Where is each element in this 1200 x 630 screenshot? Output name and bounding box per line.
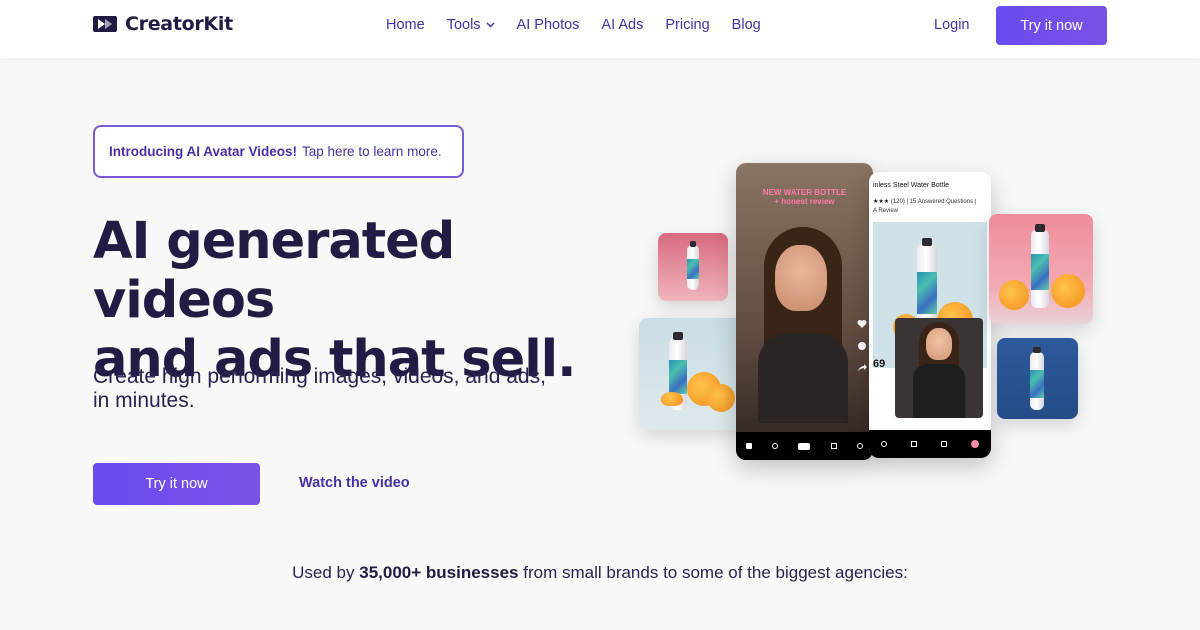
subtitle-line-2: in minutes. bbox=[93, 389, 195, 412]
hero-subtitle: Create high performing images, videos, a… bbox=[93, 365, 573, 413]
store-icon bbox=[911, 441, 917, 447]
heart-icon bbox=[857, 320, 867, 328]
main-menu: Home Tools AI Photos AI Ads Pricing Blog bbox=[386, 17, 783, 33]
social-proof-highlight: 35,000+ businesses bbox=[359, 563, 519, 582]
headline-line-1: AI generated videos bbox=[93, 212, 455, 330]
social-proof-suffix: from small brands to some of the biggest… bbox=[523, 563, 908, 582]
try-it-now-hero-button[interactable]: Try it now bbox=[93, 463, 260, 505]
video-phone-mockup: NEW WATER BOTTLE + honest review bbox=[736, 163, 873, 460]
nav-item-blog[interactable]: Blog bbox=[732, 17, 761, 33]
social-proof-prefix: Used by bbox=[292, 563, 355, 582]
hero-headline: AI generated videos and ads that sell. bbox=[93, 212, 613, 389]
nav-item-pricing[interactable]: Pricing bbox=[665, 17, 709, 33]
review-link: A Review bbox=[873, 208, 899, 214]
bottle-photo-teal bbox=[639, 318, 749, 430]
nav-item-tools[interactable]: Tools bbox=[447, 17, 495, 33]
announcement-strong: Introducing AI Avatar Videos! bbox=[109, 144, 298, 159]
profile-icon bbox=[856, 443, 863, 449]
discover-icon bbox=[772, 443, 779, 449]
bottle-photo-pink-large bbox=[989, 214, 1093, 324]
nav-item-home[interactable]: Home bbox=[386, 17, 425, 33]
shop-phone-mockup: inless Steel Water Bottle ★★★ (120) | 15… bbox=[869, 172, 991, 458]
brand-logo[interactable]: CreatorKit bbox=[93, 13, 233, 35]
bottle-photo-blue bbox=[997, 338, 1078, 419]
share-icon bbox=[858, 364, 867, 371]
try-it-now-nav-button[interactable]: Try it now bbox=[996, 6, 1107, 45]
nav-item-ai-ads[interactable]: AI Ads bbox=[601, 17, 643, 33]
chevron-down-icon bbox=[486, 22, 495, 28]
nav-item-ai-photos[interactable]: AI Photos bbox=[517, 17, 580, 33]
login-link[interactable]: Login bbox=[934, 17, 969, 33]
product-title: inless Steel Water Bottle bbox=[873, 182, 949, 189]
watch-video-link[interactable]: Watch the video bbox=[299, 475, 410, 491]
top-navigation: CreatorKit Home Tools AI Photos AI Ads P… bbox=[0, 0, 1200, 58]
logo-icon bbox=[93, 16, 117, 32]
product-rating: ★★★ (120) | 15 Answered Questions | bbox=[873, 199, 977, 205]
social-proof-text: Used by 35,000+ businesses from small br… bbox=[0, 563, 1200, 583]
home-icon bbox=[746, 443, 753, 449]
create-icon bbox=[798, 442, 811, 450]
comment-icon bbox=[858, 342, 866, 350]
nav-item-tools-label: Tools bbox=[446, 17, 481, 33]
star-rating-icon: ★★★ bbox=[873, 199, 890, 205]
search-icon bbox=[881, 441, 887, 447]
product-price: 69 bbox=[873, 358, 886, 370]
video-overlay-subtitle: + honest review bbox=[774, 197, 835, 206]
subtitle-line-1: Create high performing images, videos, a… bbox=[93, 365, 546, 388]
bag-icon bbox=[941, 441, 947, 447]
video-overlay-title: NEW WATER BOTTLE bbox=[762, 188, 847, 197]
bottle-photo-pink-small bbox=[658, 233, 728, 301]
avatar-icon bbox=[971, 440, 979, 448]
announcement-pill[interactable]: Introducing AI Avatar Videos! Tap here t… bbox=[93, 125, 464, 178]
inbox-icon bbox=[830, 443, 837, 449]
announcement-text: Tap here to learn more. bbox=[302, 144, 442, 159]
brand-name: CreatorKit bbox=[125, 13, 233, 35]
